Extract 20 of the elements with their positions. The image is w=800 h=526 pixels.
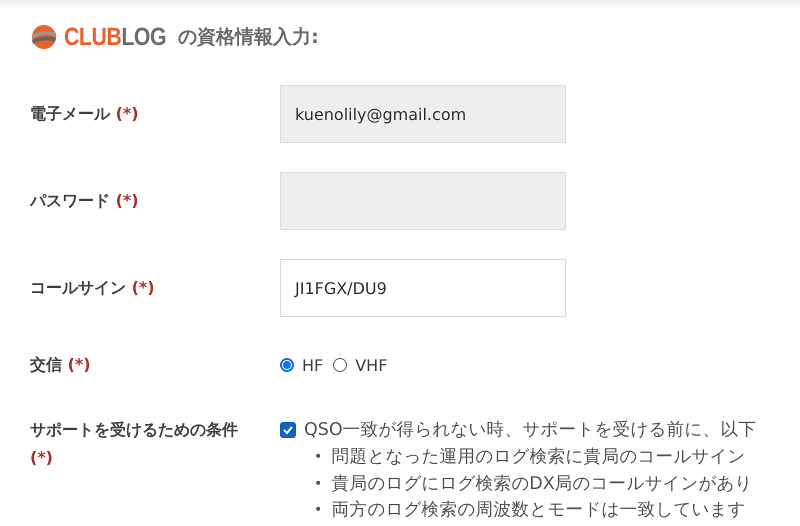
radio-option[interactable]: HF	[280, 356, 324, 374]
bullet-marker: •	[314, 448, 322, 468]
input-field[interactable]: JI1FGX/DU9	[280, 259, 566, 317]
bullet-marker: •	[314, 501, 322, 520]
field-label: サポートを受けるための条件 (*)	[30, 419, 239, 469]
condition-item: 問題となった運用のログ検索に貴局のコールサイン	[331, 446, 746, 470]
field-label: 電子メール (*)	[30, 103, 140, 125]
field-label: 交信 (*)	[30, 354, 92, 376]
page-title: の資格情報入力:	[178, 25, 319, 50]
checkmark-icon	[282, 424, 294, 436]
condition-text: QSO一致が得られない時、サポートを受ける前に、以下	[304, 419, 757, 442]
brand-name: CLUBLOG	[64, 22, 166, 52]
radio-option[interactable]: VHF	[333, 356, 388, 374]
logo-icon	[30, 23, 58, 51]
checkbox[interactable]	[280, 422, 296, 438]
bullet-marker: •	[314, 474, 322, 494]
field-label: コールサイン (*)	[30, 277, 156, 299]
field-label: パスワード (*)	[30, 190, 140, 212]
condition-item: 両方のログ検索の周波数とモードは一致しています	[331, 499, 746, 522]
condition-item: 貴局のログにログ検索のDX局のコールサインがあり	[331, 472, 753, 496]
